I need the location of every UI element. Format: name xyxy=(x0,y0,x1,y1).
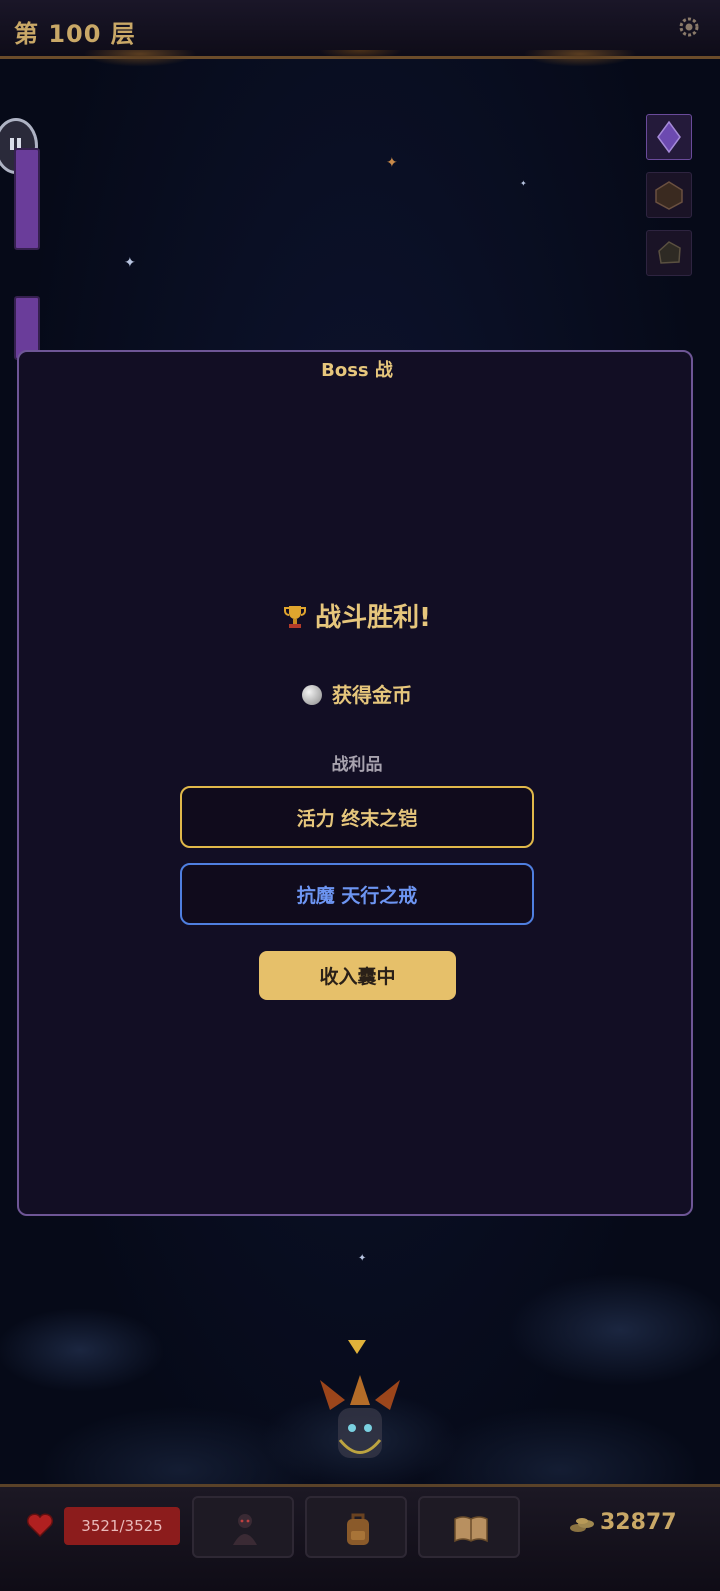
trophy-icon xyxy=(284,606,307,628)
character-icon xyxy=(233,1514,257,1545)
left-gauge-bar xyxy=(14,148,40,250)
book-icon xyxy=(454,1516,488,1543)
top-ornament xyxy=(0,50,720,90)
loot-item-label: 抗魔 天行之戒 xyxy=(296,884,418,907)
star-sparkle: ✦ xyxy=(124,255,136,271)
gold-reward: 获得金币 xyxy=(19,679,695,708)
heart-icon xyxy=(26,1513,54,1538)
ore-stone-icon[interactable] xyxy=(646,230,692,276)
star-sparkle: ✦ xyxy=(386,155,398,171)
loot-item-label: 活力 终末之铠 xyxy=(296,807,418,830)
collect-loot-button[interactable]: 收入囊中 xyxy=(259,951,456,1000)
star-sparkle: ✦ xyxy=(520,179,527,188)
settings-gear-icon[interactable] xyxy=(676,14,702,40)
coin-icon xyxy=(302,685,322,705)
dialog-title: Boss 战 xyxy=(321,360,393,381)
rune-dice-icon[interactable] xyxy=(646,172,692,218)
crystal-item-icon[interactable] xyxy=(646,114,692,160)
victory-text: 战斗胜利! xyxy=(315,603,431,633)
collect-button-label: 收入囊中 xyxy=(319,966,396,988)
loot-item-ring[interactable]: 抗魔 天行之戒 xyxy=(180,863,534,925)
book-nav-button[interactable] xyxy=(418,1496,520,1558)
gold-amount: 32877 xyxy=(600,1510,677,1535)
gold-reward-text: 获得金币 xyxy=(332,683,412,707)
hp-value: 3521/3525 xyxy=(81,1517,163,1535)
boss-sprite-icon xyxy=(320,1375,400,1458)
position-marker-icon xyxy=(348,1340,366,1354)
character-nav-button[interactable] xyxy=(192,1496,294,1558)
victory-heading: 战斗胜利! xyxy=(19,597,695,634)
hp-display: 3521/3525 xyxy=(64,1507,180,1545)
boss-result-dialog: Boss 战 战斗胜利! 获得金币 战利品 活力 终末之铠 抗魔 天行之戒 收入… xyxy=(17,350,693,1216)
backpack-icon xyxy=(347,1513,369,1545)
gold-pile-icon xyxy=(570,1518,594,1532)
pause-icon xyxy=(10,138,14,150)
backpack-nav-button[interactable] xyxy=(305,1496,407,1558)
floor-title: 第 100 层 xyxy=(14,20,136,48)
loot-label: 战利品 xyxy=(331,755,383,775)
loot-item-armor[interactable]: 活力 终末之铠 xyxy=(180,786,534,848)
